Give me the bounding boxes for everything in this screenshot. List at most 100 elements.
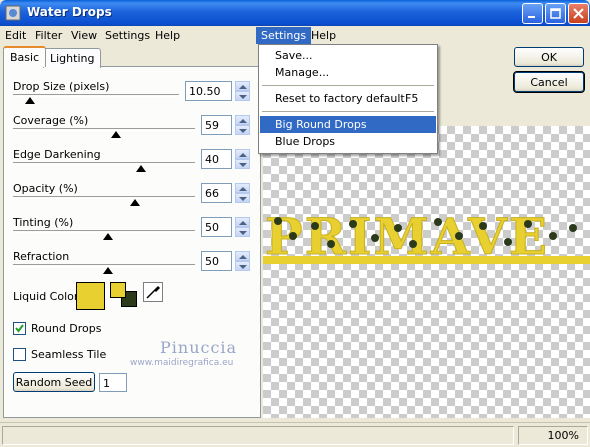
menu-settings-active[interactable]: Settings [256, 27, 312, 44]
spin-up-button[interactable] [235, 149, 250, 159]
minimize-button[interactable] [522, 3, 543, 24]
menu-bar: Edit Filter View Settings Help Settings … [0, 26, 590, 44]
slider-thumb[interactable] [25, 97, 35, 104]
status-bar: 100% [0, 422, 590, 447]
settings-dropdown-menu: Save... Manage... Reset to factory defau… [258, 44, 438, 154]
water-drop [349, 220, 357, 228]
close-button[interactable] [568, 3, 589, 24]
status-cell-main [2, 426, 514, 445]
water-drop [274, 217, 282, 225]
water-drop [549, 232, 557, 240]
slider-thumb[interactable] [136, 165, 146, 172]
arrow-down-icon [239, 163, 247, 167]
maximize-button[interactable] [545, 3, 566, 24]
liquid-color-label: Liquid Color [13, 290, 79, 303]
zoom-level: 100% [547, 429, 579, 442]
round-drops-label: Round Drops [31, 322, 102, 335]
spin-down-button[interactable] [235, 91, 250, 101]
slider-track[interactable] [13, 162, 195, 165]
tab-basic[interactable]: Basic [3, 46, 47, 67]
arrow-up-icon [239, 221, 247, 225]
eyedropper-icon [146, 285, 161, 299]
menu-filter[interactable]: Filter [30, 27, 67, 44]
menu-item-manage[interactable]: Manage... [260, 64, 436, 81]
foreground-color-swatch[interactable] [110, 282, 126, 298]
spin-down-button[interactable] [235, 261, 250, 271]
arrow-up-icon [239, 153, 247, 157]
spin-buttons[interactable] [235, 183, 250, 203]
arrow-down-icon [239, 265, 247, 269]
param-value-input[interactable]: 59 [201, 115, 232, 135]
param-label: Tinting (%) [13, 216, 74, 229]
slider-thumb[interactable] [130, 199, 140, 206]
water-drop [455, 232, 463, 240]
arrow-up-icon [239, 85, 247, 89]
menu-settings[interactable]: Settings [100, 27, 155, 44]
round-drops-checkbox[interactable] [13, 322, 26, 335]
menu-separator [262, 85, 434, 86]
minimize-icon [528, 16, 535, 18]
seamless-tile-checkbox[interactable] [13, 348, 26, 361]
random-seed-button[interactable]: Random Seed [13, 372, 95, 392]
spin-up-button[interactable] [235, 217, 250, 227]
menu-help[interactable]: Help [150, 27, 185, 44]
spin-buttons[interactable] [235, 149, 250, 169]
spin-buttons[interactable] [235, 115, 250, 135]
spin-up-button[interactable] [235, 81, 250, 91]
water-drop [327, 240, 335, 248]
spin-up-button[interactable] [235, 183, 250, 193]
watermark-url: www.maidiregrafica.eu [130, 358, 234, 368]
slider-thumb[interactable] [103, 233, 113, 240]
menu-item-blue-drops[interactable]: Blue Drops [260, 133, 436, 150]
param-value-input[interactable]: 50 [201, 217, 232, 237]
arrow-up-icon [239, 119, 247, 123]
arrow-up-icon [239, 255, 247, 259]
menu-item-save[interactable]: Save... [260, 47, 436, 64]
param-value-input[interactable]: 40 [201, 149, 232, 169]
menu-help-2[interactable]: Help [306, 27, 341, 44]
tab-lighting[interactable]: Lighting [43, 48, 102, 68]
param-value-input[interactable]: 50 [201, 251, 232, 271]
menu-item-reset[interactable]: Reset to factory default F5 [260, 90, 436, 107]
spin-down-button[interactable] [235, 125, 250, 135]
water-drop [289, 232, 297, 240]
eyedropper-button[interactable] [143, 282, 163, 302]
spin-buttons[interactable] [235, 217, 250, 237]
water-drop [524, 220, 532, 228]
param-label: Drop Size (pixels) [13, 80, 110, 93]
preview-canvas[interactable]: PRIMAVE [263, 126, 590, 418]
cancel-button[interactable]: Cancel [513, 71, 585, 93]
spin-buttons[interactable] [235, 251, 250, 271]
spin-up-button[interactable] [235, 115, 250, 125]
maximize-icon [550, 8, 561, 19]
arrow-down-icon [239, 231, 247, 235]
ok-button[interactable]: OK [514, 47, 584, 67]
watermark-name: Pinuccia [160, 338, 238, 357]
param-value-input[interactable]: 66 [201, 183, 232, 203]
seamless-tile-label: Seamless Tile [31, 348, 107, 361]
spin-down-button[interactable] [235, 159, 250, 169]
spin-buttons[interactable] [235, 81, 250, 101]
menu-item-big-round-drops[interactable]: Big Round Drops [260, 116, 436, 133]
arrow-up-icon [239, 187, 247, 191]
close-icon [573, 8, 584, 19]
slider-track[interactable] [13, 196, 195, 199]
slider-thumb[interactable] [103, 267, 113, 274]
water-drop [371, 234, 379, 242]
window-title: Water Drops [27, 5, 112, 19]
slider-track[interactable] [13, 128, 195, 131]
spin-down-button[interactable] [235, 227, 250, 237]
param-value-input[interactable]: 10.50 [185, 81, 232, 101]
param-label: Refraction [13, 250, 70, 263]
spin-up-button[interactable] [235, 251, 250, 261]
liquid-color-swatch[interactable] [76, 282, 105, 310]
water-drop [504, 238, 512, 246]
menu-view[interactable]: View [66, 27, 102, 44]
app-icon [5, 5, 21, 21]
slider-thumb[interactable] [111, 131, 121, 138]
water-drop [311, 222, 319, 230]
menu-edit[interactable]: Edit [0, 27, 31, 44]
random-seed-input[interactable]: 1 [99, 373, 127, 392]
spin-down-button[interactable] [235, 193, 250, 203]
slider-track[interactable] [13, 94, 179, 97]
